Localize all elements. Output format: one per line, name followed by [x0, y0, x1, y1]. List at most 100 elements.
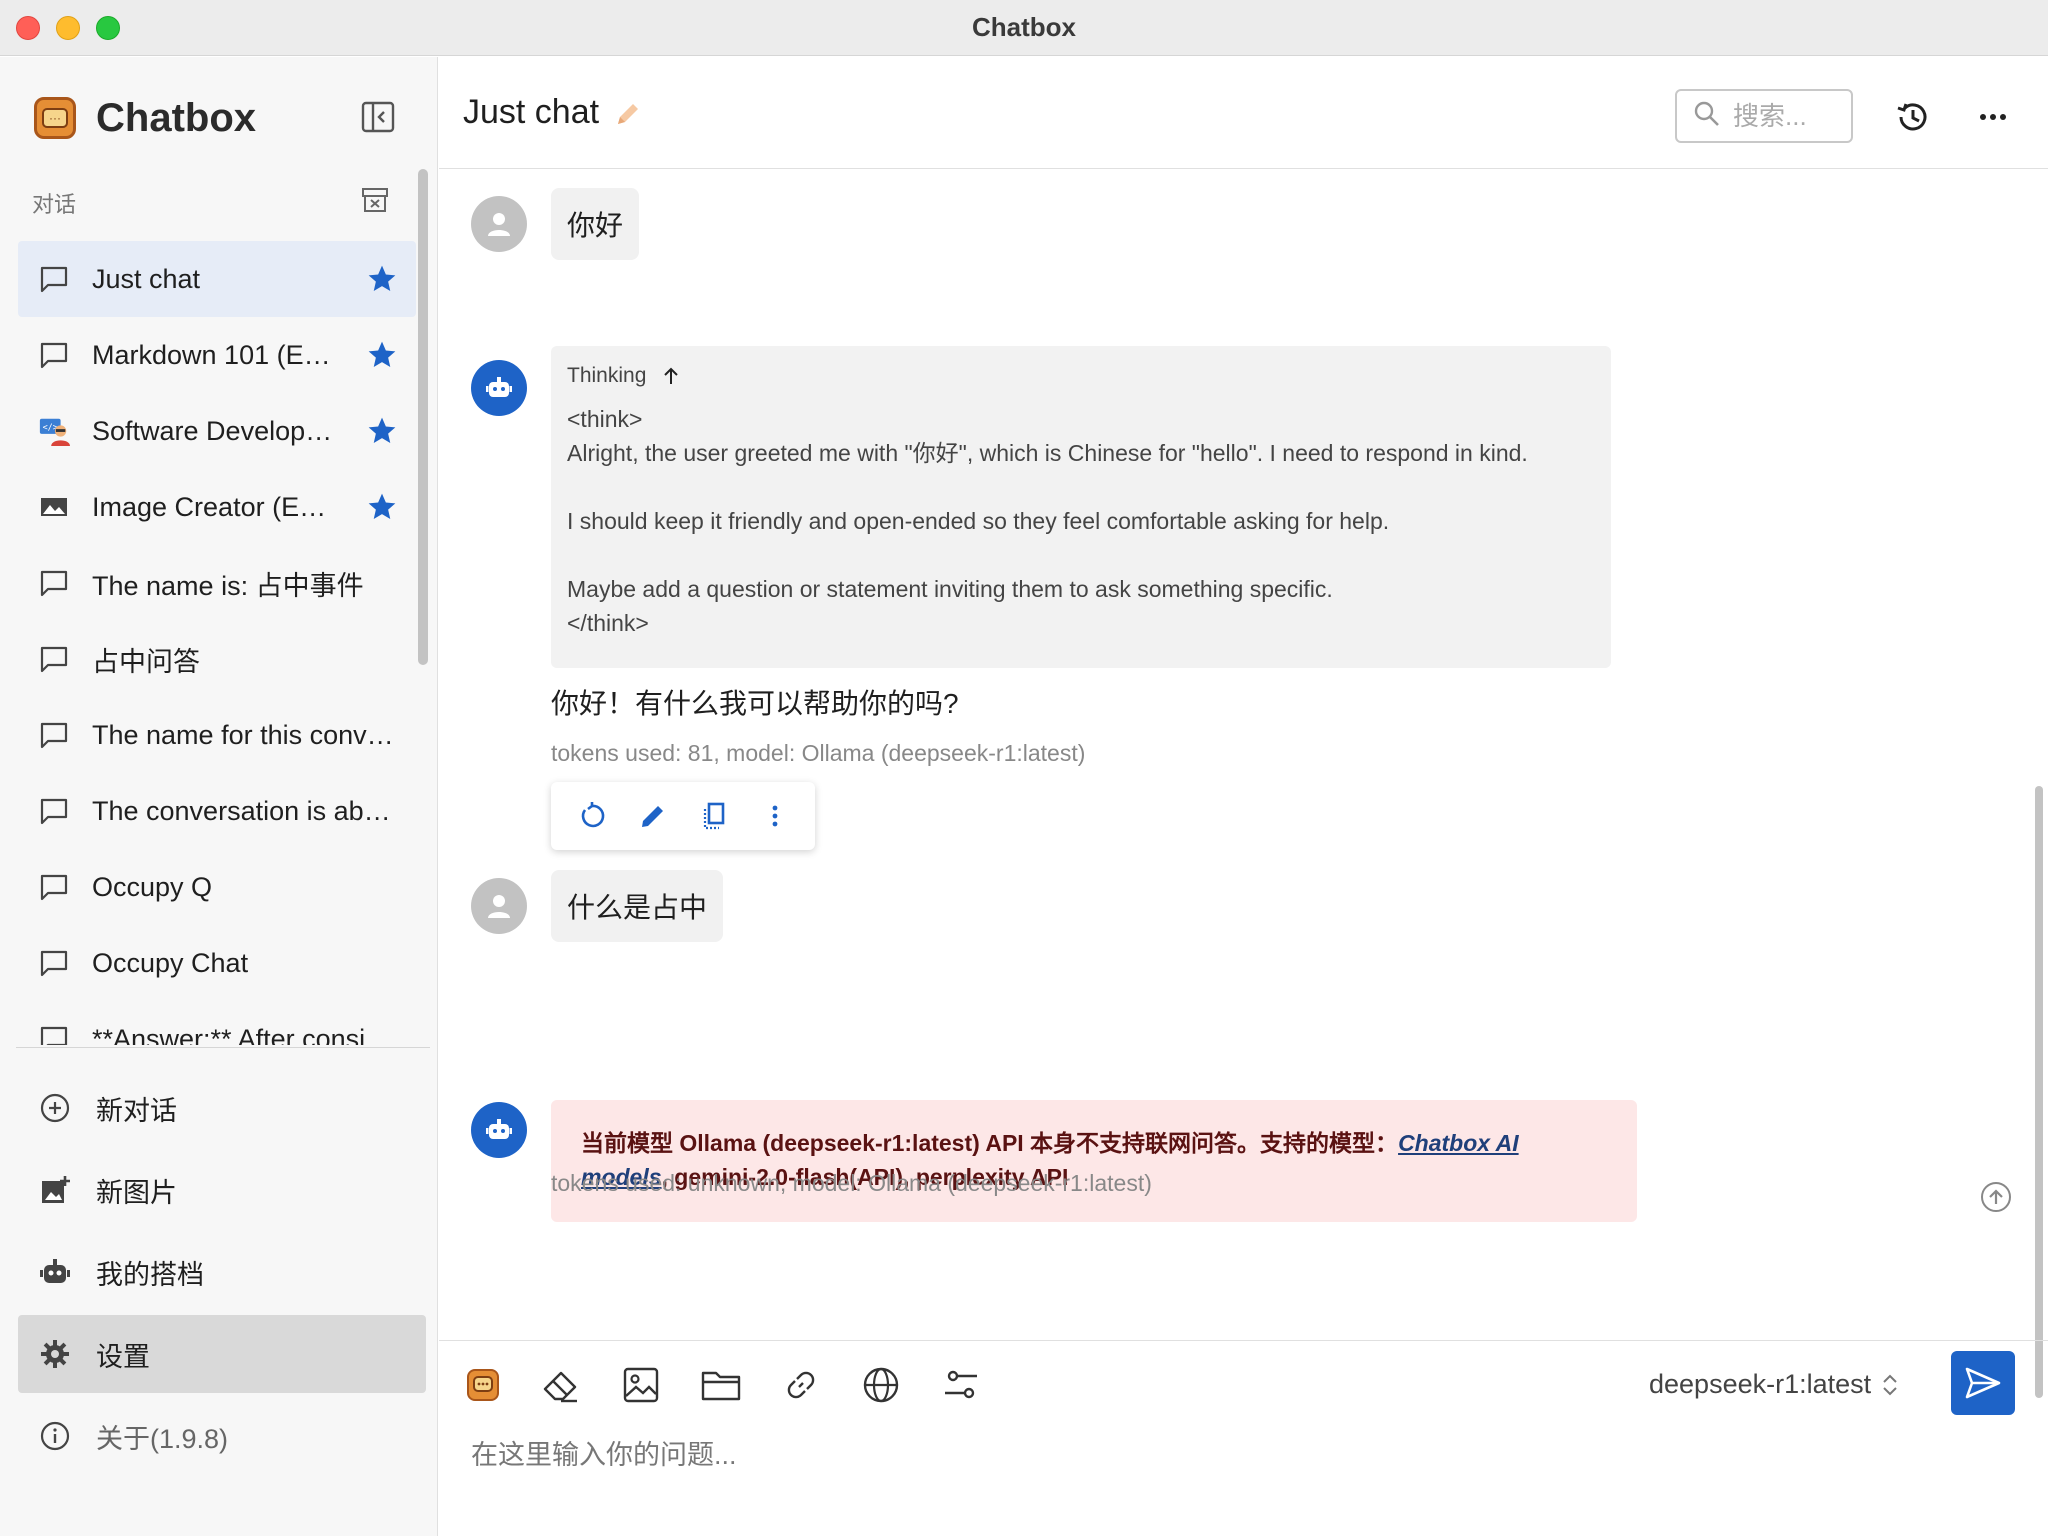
thinking-block: Thinking <think> Alright, the user greet… [551, 346, 1611, 668]
conversation-item[interactable]: Occupy Q [18, 849, 416, 925]
chat-panel: Just chat 你好 Thinking [439, 57, 2048, 1536]
send-button[interactable] [1951, 1351, 2015, 1415]
window-title: Chatbox [972, 12, 1076, 42]
star-icon[interactable] [366, 339, 398, 371]
conversation-label: Software Develop… [92, 415, 333, 446]
edit-message-icon[interactable] [635, 798, 671, 834]
info-icon [38, 1419, 72, 1453]
conversation-label: **Answer:** After consi… [92, 1023, 393, 1046]
composer: deepseek-r1:latest [439, 1340, 2048, 1536]
add-photo-icon [38, 1173, 72, 1207]
chatbox-logo-icon: ··· [34, 97, 76, 139]
new-chat-label: 新对话 [96, 1095, 177, 1126]
new-image-button[interactable]: 新图片 [18, 1151, 426, 1229]
conversation-label: The name is: 占中事件 [92, 570, 364, 601]
more-options-icon[interactable] [1973, 97, 2013, 137]
thinking-toggle[interactable]: Thinking [567, 364, 1595, 388]
chat-bubble-icon [38, 643, 70, 675]
message-input[interactable] [471, 1433, 2011, 1523]
web-browsing-icon[interactable] [859, 1363, 903, 1407]
conversation-item[interactable]: The name for this conv… [18, 697, 416, 773]
conversation-item[interactable]: Occupy Chat [18, 925, 416, 1001]
clear-conversations-icon[interactable] [360, 185, 390, 215]
chat-scrollbar[interactable] [2035, 786, 2043, 1398]
settings-button[interactable]: 设置 [18, 1315, 426, 1393]
error-message: 当前模型 Ollama (deepseek-r1:latest) API 本身不… [551, 1100, 1637, 1222]
eraser-icon[interactable] [539, 1363, 583, 1407]
settings-label: 设置 [96, 1341, 150, 1372]
chat-header: Just chat [439, 57, 2048, 169]
chat-bubble-icon [38, 1023, 70, 1045]
conversations-section-label: 对话 [32, 192, 77, 217]
sidebar-scrollbar[interactable] [418, 169, 428, 665]
window-titlebar: Chatbox [0, 0, 2048, 56]
conversation-item[interactable]: Just chat [18, 241, 416, 317]
collapse-sidebar-icon[interactable] [360, 99, 396, 135]
thinking-content: <think> Alright, the user greeted me wit… [567, 402, 1595, 640]
message-action-bar [551, 782, 815, 850]
think-line: Alright, the user greeted me with "你好", … [567, 440, 1528, 466]
attach-image-icon[interactable] [619, 1363, 663, 1407]
star-icon[interactable] [366, 263, 398, 295]
arrow-up-icon [664, 367, 679, 384]
chat-bubble-icon [38, 339, 70, 371]
scroll-to-top-icon[interactable] [1979, 1180, 2013, 1214]
brand-name: Chatbox [96, 95, 256, 140]
sidebar-divider [16, 1047, 430, 1048]
more-vertical-icon[interactable] [757, 798, 793, 834]
attach-file-icon[interactable] [699, 1363, 743, 1407]
thinking-label: Thinking [567, 364, 647, 387]
brand: ··· Chatbox [34, 93, 256, 143]
assistant-avatar [471, 360, 527, 416]
my-copilots-button[interactable]: 我的搭档 [18, 1233, 426, 1311]
about-button[interactable]: 关于(1.9.8) [18, 1397, 426, 1475]
message-list: 你好 Thinking <think> Alright, the user gr… [439, 170, 2048, 1398]
search-input[interactable] [1733, 100, 1833, 132]
star-icon[interactable] [366, 491, 398, 523]
think-line: Maybe add a question or statement inviti… [567, 576, 1333, 602]
conversation-label: Occupy Chat [92, 947, 249, 978]
send-icon [1965, 1367, 2001, 1399]
conversation-item[interactable]: 占中问答 [18, 621, 416, 697]
conversation-item[interactable]: The conversation is ab… [18, 773, 416, 849]
copilot-selector-icon[interactable] [461, 1363, 505, 1407]
about-label: 关于(1.9.8) [96, 1423, 229, 1454]
copy-icon[interactable] [696, 798, 732, 834]
user-avatar [471, 196, 527, 252]
conversation-item[interactable]: The name is: 占中事件 [18, 545, 416, 621]
history-icon[interactable] [1893, 97, 1933, 137]
star-icon[interactable] [366, 415, 398, 447]
think-line: I should keep it friendly and open-ended… [567, 508, 1390, 534]
conversation-item[interactable]: Image Creator (E… [18, 469, 416, 545]
conversation-item[interactable]: </> Software Develop… [18, 393, 416, 469]
my-copilots-label: 我的搭档 [96, 1259, 204, 1290]
token-usage: tokens used: 81, model: Ollama (deepseek… [551, 740, 1086, 766]
edit-title-icon[interactable] [613, 99, 643, 129]
add-circle-icon [38, 1091, 72, 1125]
think-close-tag: </think> [567, 610, 649, 636]
chat-bubble-icon [38, 947, 70, 979]
chat-bubble-icon [38, 719, 70, 751]
robot-icon [38, 1255, 72, 1289]
conversation-label: Image Creator (E… [92, 491, 327, 522]
chat-bubble-icon [38, 871, 70, 903]
conversation-label: Just chat [92, 263, 201, 294]
search-box[interactable] [1675, 89, 1853, 143]
think-open-tag: <think> [567, 406, 643, 432]
regenerate-icon[interactable] [574, 798, 610, 834]
conversation-item[interactable]: Markdown 101 (E… [18, 317, 416, 393]
assistant-message: 你好！有什么我可以帮助你的吗? [551, 688, 959, 719]
conversation-item[interactable]: **Answer:** After consi… [18, 1001, 416, 1045]
user-message: 什么是占中 [551, 870, 724, 942]
image-icon [38, 491, 70, 523]
chat-title: Just chat [463, 93, 600, 131]
settings-sliders-icon[interactable] [939, 1363, 983, 1407]
model-name: deepseek-r1:latest [1649, 1369, 1872, 1399]
new-chat-button[interactable]: 新对话 [18, 1069, 426, 1147]
token-usage: tokens used: unknown, model: Ollama (dee… [551, 1170, 1152, 1196]
sidebar: ··· Chatbox 对话 Just chat Markdown 101 (E… [0, 57, 438, 1536]
model-selector[interactable]: deepseek-r1:latest [1649, 1369, 1899, 1400]
chat-bubble-icon [38, 263, 70, 295]
conversation-list: Just chat Markdown 101 (E… </> Software … [18, 241, 416, 1045]
link-icon[interactable] [779, 1363, 823, 1407]
